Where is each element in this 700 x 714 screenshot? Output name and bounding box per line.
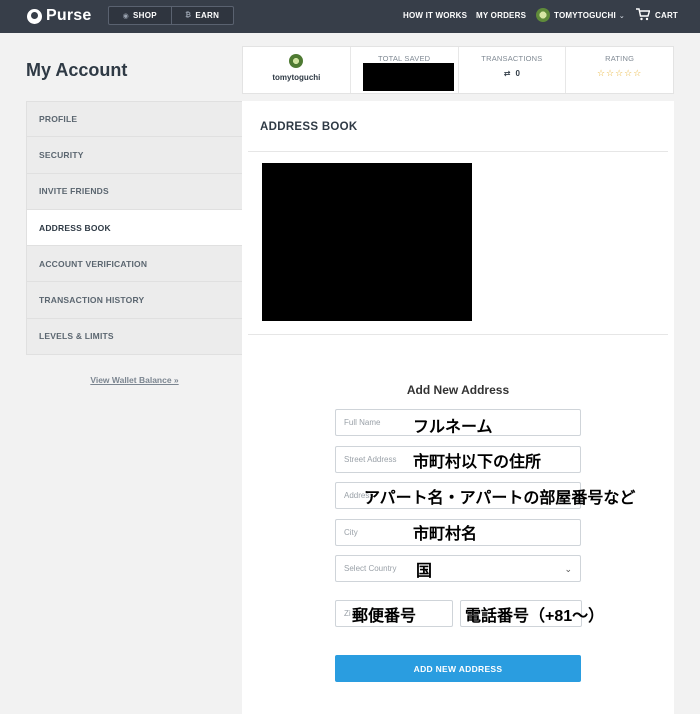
view-wallet-balance-link[interactable]: View Wallet Balance »: [26, 375, 243, 385]
brand-name: Purse: [46, 7, 92, 24]
earn-label: EARN: [195, 11, 220, 20]
street-address-annotation: 市町村以下の住所: [413, 454, 542, 471]
earn-button[interactable]: ₿ EARN: [170, 7, 234, 24]
city-placeholder: City: [344, 528, 358, 537]
redacted-block: [363, 63, 454, 91]
address-line-2-annotation: アパート名・アパートの部屋番号など: [364, 490, 636, 507]
username-label: TOMYTOGUCHI: [554, 11, 616, 20]
total-saved-label: TOTAL SAVED: [377, 54, 431, 63]
user-avatar-small: [289, 54, 304, 68]
full-name-annotation: フルネーム: [413, 419, 493, 436]
sidebar-item-account-verification[interactable]: ACCOUNT VERIFICATION: [26, 246, 243, 283]
transactions-label: TRANSACTIONS: [481, 54, 543, 63]
divider: [248, 334, 668, 335]
chevron-down-icon: ⌄: [564, 564, 572, 574]
redacted-address-block: [262, 163, 472, 321]
country-annotation: 国: [416, 563, 433, 580]
user-menu[interactable]: TOMYTOGUCHI ⌄: [554, 11, 625, 20]
sidebar-item-address-book[interactable]: ADDRESS BOOK: [26, 209, 243, 247]
sidebar-item-levels-limits[interactable]: LEVELS & LIMITS: [26, 318, 243, 356]
transactions-value: 0: [515, 69, 520, 78]
cart-icon: ◉: [122, 12, 130, 20]
sidebar-item-security[interactable]: SECURITY: [26, 137, 243, 174]
rating-stars-icon: ☆☆☆☆☆: [596, 68, 643, 78]
city-annotation: 市町村名: [413, 526, 478, 543]
full-name-placeholder: Full Name: [344, 418, 381, 427]
zip-annotation: 郵便番号: [352, 608, 417, 625]
street-address-placeholder: Street Address: [344, 455, 397, 464]
address-book-panel: ADDRESS BOOK Add New Address Full Name フ…: [242, 101, 674, 714]
panel-title: ADDRESS BOOK: [260, 121, 358, 133]
shop-label: SHOP: [133, 11, 157, 20]
account-stats: tomytoguchi TOTAL SAVED TRANSACTIONS ⇄ 0…: [242, 46, 674, 94]
shop-button[interactable]: ◉ SHOP: [109, 7, 171, 24]
form-title: Add New Address: [406, 383, 510, 397]
stat-username: tomytoguchi: [272, 73, 321, 82]
how-it-works-link[interactable]: HOW IT WORKS: [403, 11, 467, 20]
zip-placeholder: Zi: [344, 609, 351, 618]
divider: [248, 151, 668, 152]
country-placeholder: Select Country: [344, 564, 397, 573]
transfer-arrows-icon: ⇄: [503, 69, 511, 78]
transactions-value-wrap: ⇄ 0: [504, 69, 520, 78]
sidebar-item-transaction-history[interactable]: TRANSACTION HISTORY: [26, 282, 243, 319]
chevron-down-icon: ⌄: [618, 13, 625, 20]
shop-earn-toggle: ◉ SHOP ₿ EARN: [108, 6, 234, 25]
account-sidebar: PROFILE SECURITY INVITE FRIENDS ADDRESS …: [26, 101, 243, 356]
top-navbar: Purse ◉ SHOP ₿ EARN HOW IT WORKS MY ORDE…: [0, 0, 700, 33]
sidebar-item-profile[interactable]: PROFILE: [26, 101, 243, 138]
add-new-address-button[interactable]: ADD NEW ADDRESS: [335, 655, 581, 682]
purse-logo-icon: [27, 8, 42, 24]
cart-link[interactable]: CART: [655, 11, 678, 20]
stat-transactions: TRANSACTIONS ⇄ 0: [457, 47, 566, 93]
bitcoin-icon: ₿: [185, 12, 192, 19]
user-avatar[interactable]: [536, 8, 550, 22]
phone-annotation: 電話番号（+81～）: [465, 608, 605, 625]
country-select[interactable]: Select Country ⌄: [335, 555, 581, 582]
rating-label: RATING: [605, 54, 635, 63]
my-orders-link[interactable]: MY ORDERS: [476, 11, 526, 20]
shopping-cart-icon[interactable]: [636, 8, 650, 21]
stat-user: tomytoguchi: [243, 47, 350, 93]
page-title: My Account: [26, 60, 128, 80]
sidebar-item-invite-friends[interactable]: INVITE FRIENDS: [26, 173, 243, 210]
brand-logo[interactable]: Purse: [27, 7, 91, 25]
stat-rating: RATING ☆☆☆☆☆: [565, 47, 673, 93]
